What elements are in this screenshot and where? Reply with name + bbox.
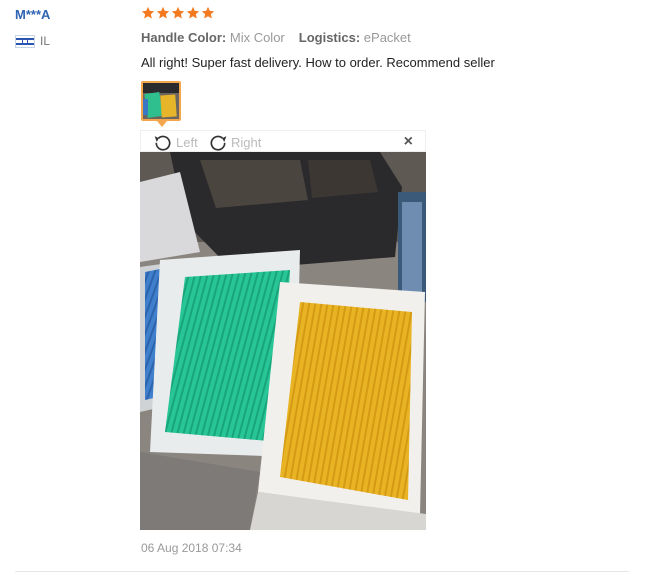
- review-text: All right! Super fast delivery. How to o…: [141, 55, 495, 70]
- star-rating: [141, 6, 215, 20]
- review-date: 06 Aug 2018 07:34: [141, 541, 242, 555]
- star-icon: [156, 6, 170, 19]
- review-photo-thumbnail[interactable]: [141, 81, 181, 121]
- rotate-right-label: Right: [231, 134, 262, 150]
- order-attributes: Handle Color: Mix Color Logistics: ePack…: [141, 30, 411, 45]
- rotate-right-button[interactable]: Right: [207, 132, 261, 152]
- israel-flag-icon: [15, 34, 35, 48]
- thumbnail-pointer: [157, 121, 167, 127]
- image-viewer-toolbar: Left Right ×: [140, 130, 426, 152]
- rotate-left-icon: [154, 135, 171, 151]
- star-icon: [186, 6, 200, 19]
- reviewer-name: M***A: [15, 7, 51, 22]
- logistics-attribute: Logistics: ePacket: [299, 30, 411, 45]
- review-photo-image: [140, 152, 426, 530]
- close-viewer-button[interactable]: ×: [404, 133, 413, 151]
- handle-color-attribute: Handle Color: Mix Color: [141, 30, 285, 45]
- star-icon: [171, 6, 185, 19]
- review-divider: [15, 571, 629, 572]
- country-code: IL: [40, 34, 51, 48]
- image-viewer: Left Right ×: [140, 130, 426, 530]
- review-photo: [140, 152, 426, 530]
- logistics-label: Logistics:: [298, 30, 361, 45]
- rotate-right-icon: [210, 135, 227, 151]
- reviewer-country: IL: [15, 34, 50, 48]
- star-icon: [201, 6, 215, 19]
- logistics-value: ePacket: [363, 30, 411, 45]
- rotate-left-button[interactable]: Left: [152, 132, 198, 152]
- handle-color-value: Mix Color: [229, 30, 285, 45]
- rotate-left-label: Left: [176, 134, 198, 150]
- handle-color-label: Handle Color:: [141, 30, 227, 45]
- star-icon: [141, 6, 155, 19]
